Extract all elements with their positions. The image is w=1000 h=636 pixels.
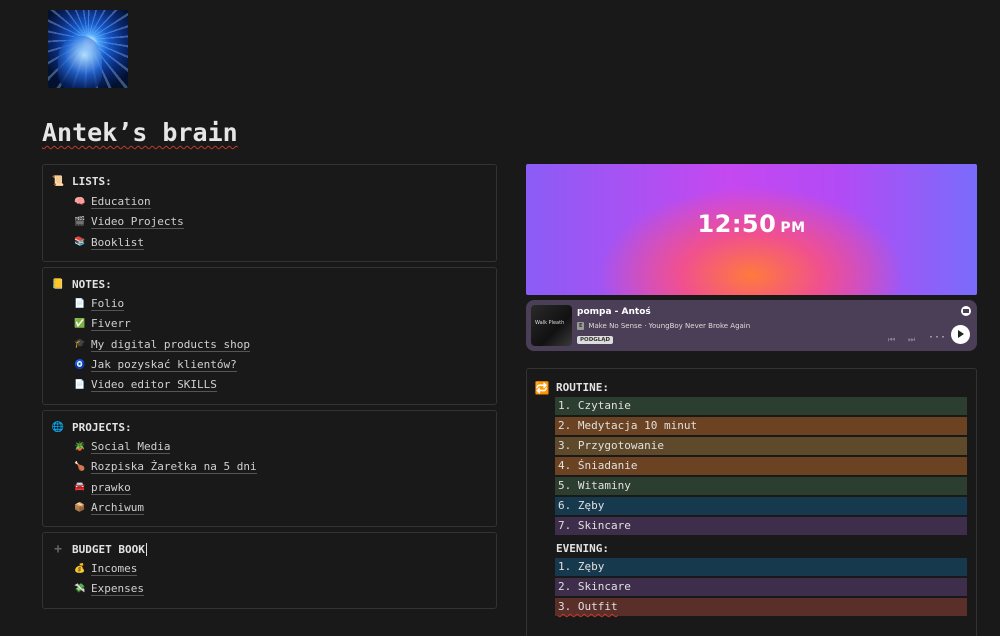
spotify-logo-icon[interactable] <box>961 306 971 316</box>
page-cover-image[interactable] <box>48 10 128 88</box>
list-item-education[interactable]: 🧠 Education <box>74 192 184 212</box>
page-icon: 📄 <box>74 298 86 309</box>
budget-item-incomes[interactable]: 💰 Incomes <box>74 559 144 579</box>
notebook-icon: 📒 <box>51 279 65 290</box>
list-item-video-projects[interactable]: 🎬 Video Projects <box>74 212 184 232</box>
play-button[interactable] <box>951 325 970 344</box>
note-item-folio[interactable]: 📄 Folio <box>74 294 250 314</box>
page-icon: 📄 <box>74 379 86 390</box>
books-icon: 📚 <box>74 237 86 248</box>
spotify-player: Walk Pleath pompa - Antoś E Make No Sense… <box>526 300 977 351</box>
graduation-cap-icon: 🎓 <box>74 339 86 350</box>
list-item-booklist[interactable]: 📚 Booklist <box>74 233 184 253</box>
evening-item-1[interactable]: 1. Zęby <box>555 558 967 576</box>
routine-item-1[interactable]: 1. Czytanie <box>555 397 967 415</box>
explicit-badge: E <box>577 322 585 330</box>
box-icon: 📦 <box>74 502 86 513</box>
note-item-digital-products[interactable]: 🎓 My digital products shop <box>74 335 250 355</box>
drumstick-icon: 🍗 <box>74 461 86 472</box>
note-item-fiverr[interactable]: ✅ Fiverr <box>74 314 250 334</box>
clock-time: 12:50 PM <box>697 210 806 238</box>
evening-item-3[interactable]: 3. Outfit <box>555 598 967 616</box>
notes-card: 📒 NOTES: 📄 Folio ✅ Fiverr 🎓 My digital prod… <box>42 267 497 405</box>
preview-badge: PODGLĄD <box>577 336 614 344</box>
album-art[interactable]: Walk Pleath <box>531 305 572 346</box>
glowing-head-icon <box>58 36 102 88</box>
lists-heading: 📜 LISTS: <box>51 175 112 188</box>
notes-items: 📄 Folio ✅ Fiverr 🎓 My digital products shop… <box>74 294 250 395</box>
routine-item-7[interactable]: 7. Skincare <box>555 517 967 535</box>
clapper-icon: 🎬 <box>74 216 86 227</box>
evening-item-2[interactable]: 2. Skincare <box>555 578 967 596</box>
eye-charm-icon: 🧿 <box>74 359 86 370</box>
page-title[interactable]: Antek’s brain <box>42 118 238 147</box>
budget-item-expenses[interactable]: 💸 Expenses <box>74 579 144 599</box>
plant-icon: 🪴 <box>74 441 86 452</box>
next-track: E Make No Sense · YoungBoy Never Broke Ag… <box>577 322 751 330</box>
checkmark-icon: ✅ <box>74 318 86 329</box>
budget-card: + BUDGET BOOK 💰 Incomes 💸 Expenses <box>42 532 497 609</box>
routine-item-2[interactable]: 2. Medytacja 10 minut <box>555 417 967 435</box>
car-icon: 🚘 <box>74 482 86 493</box>
brain-icon: 🧠 <box>74 196 86 207</box>
budget-items: 💰 Incomes 💸 Expenses <box>74 559 144 600</box>
lists-items: 🧠 Education 🎬 Video Projects 📚 Booklist <box>74 192 184 253</box>
routine-item-6[interactable]: 6. Zęby <box>555 497 967 515</box>
projects-heading: 🌐 PROJECTS: <box>51 421 132 434</box>
routine-item-3[interactable]: 3. Przygotowanie <box>555 437 967 455</box>
routine-heading: 🔁 ROUTINE: <box>534 380 609 395</box>
repeat-icon: 🔁 <box>534 380 550 395</box>
clock-widget: 12:50 PM <box>526 164 977 295</box>
previous-track-icon[interactable]: ⏮ <box>888 335 895 345</box>
plus-icon[interactable]: + <box>52 542 64 557</box>
note-item-clients[interactable]: 🧿 Jak pozyskać klientów? <box>74 355 250 375</box>
more-options-icon[interactable]: ··· <box>928 332 946 343</box>
evening-heading: EVENING: <box>556 542 609 555</box>
project-item-food-plan[interactable]: 🍗 Rozpiska Żarełka na 5 dni <box>74 457 257 477</box>
routine-item-4[interactable]: 4. Śniadanie <box>555 457 967 475</box>
song-title[interactable]: pompa - Antoś <box>577 307 651 317</box>
next-track-icon[interactable]: ⏭ <box>908 335 915 345</box>
globe-icon: 🌐 <box>51 422 65 433</box>
money-bag-icon: 💰 <box>74 563 86 574</box>
project-item-archiwum[interactable]: 📦 Archiwum <box>74 498 257 518</box>
notes-heading: 📒 NOTES: <box>51 278 112 291</box>
lists-card: 📜 LISTS: 🧠 Education 🎬 Video Projects 📚 Boo… <box>42 164 497 262</box>
routine-card: 🔁 ROUTINE: 1. Czytanie 2. Medytacja 10 m… <box>526 368 977 636</box>
note-item-skills[interactable]: 📄 Video editor SKILLS <box>74 375 250 395</box>
flying-money-icon: 💸 <box>74 583 86 594</box>
budget-heading[interactable]: + BUDGET BOOK <box>52 542 147 557</box>
routine-item-5[interactable]: 5. Witaminy <box>555 477 967 495</box>
scroll-icon: 📜 <box>51 176 65 187</box>
projects-items: 🪴 Social Media 🍗 Rozpiska Żarełka na 5 dni… <box>74 437 257 518</box>
project-item-social-media[interactable]: 🪴 Social Media <box>74 437 257 457</box>
project-item-prawko[interactable]: 🚘 prawko <box>74 478 257 498</box>
projects-card: 🌐 PROJECTS: 🪴 Social Media 🍗 Rozpiska Żare… <box>42 410 497 527</box>
